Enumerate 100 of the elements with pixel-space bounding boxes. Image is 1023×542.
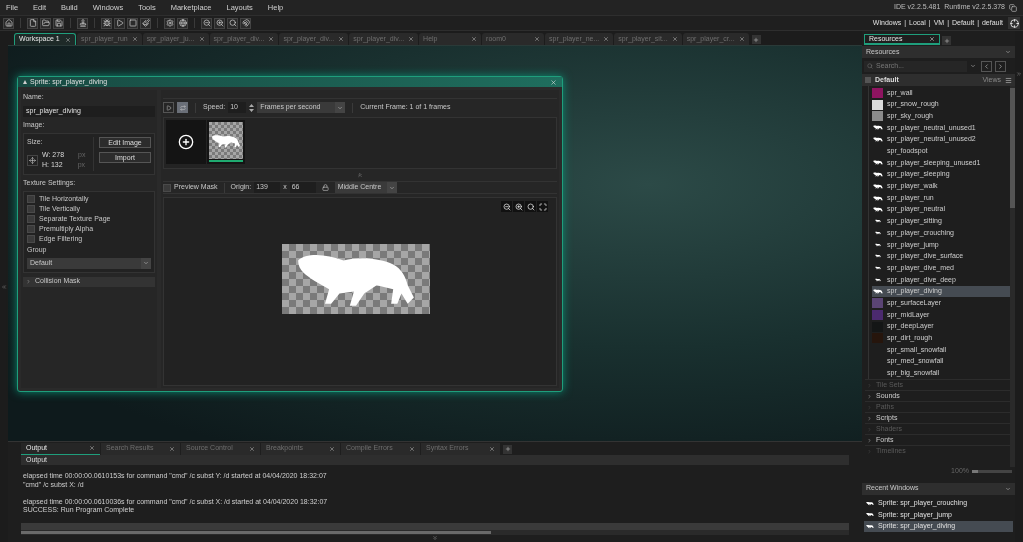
zoom-reset-button[interactable]: [525, 201, 536, 212]
close-icon[interactable]: [169, 445, 175, 452]
collapse-left-icon[interactable]: [1, 283, 7, 290]
add-tab-button[interactable]: [942, 36, 951, 45]
sprite-thumbnail: [872, 160, 883, 166]
collapse-right-icon[interactable]: [1016, 71, 1022, 77]
close-icon[interactable]: [338, 36, 345, 42]
target-settings-button[interactable]: [1008, 17, 1020, 29]
add-tab-button[interactable]: [751, 35, 761, 44]
add-frame-button[interactable]: [166, 120, 206, 164]
close-icon[interactable]: [550, 78, 557, 86]
close-icon[interactable]: [329, 445, 335, 452]
plus-icon: [504, 446, 511, 453]
dropdown-icon[interactable]: [970, 63, 976, 69]
play-icon: [165, 104, 172, 111]
sprite-thumbnail: [872, 289, 883, 295]
sprite-thumbnail: [872, 137, 883, 143]
crosshair-icon: [1009, 18, 1019, 28]
zoom-in-button[interactable]: [214, 17, 225, 29]
close-icon[interactable]: [534, 36, 541, 42]
close-icon[interactable]: [249, 445, 255, 452]
forward-button[interactable]: [995, 60, 1006, 72]
back-button[interactable]: [981, 60, 992, 72]
horizontal-scrollbar[interactable]: [21, 530, 849, 535]
checkbox[interactable]: [163, 183, 171, 192]
magnet-button[interactable]: [240, 17, 251, 29]
collapse-toggle-icon[interactable]: [865, 77, 871, 83]
plus-icon: [178, 134, 194, 150]
checkbox[interactable]: [27, 205, 35, 213]
resize-button[interactable]: [27, 154, 38, 166]
close-icon[interactable]: [131, 36, 138, 42]
open-folder-icon: [41, 19, 50, 27]
spinner-icon[interactable]: [249, 102, 255, 113]
loop-button[interactable]: [177, 102, 188, 113]
zoom-out-button[interactable]: [201, 17, 212, 29]
plus-icon: [943, 37, 950, 44]
checkbox[interactable]: [27, 225, 35, 233]
caret-icon: [1005, 49, 1011, 55]
caret-icon: [388, 184, 395, 191]
close-icon[interactable]: [89, 445, 95, 452]
stamp-icon: [78, 19, 87, 27]
sprite-thumbnail: [872, 183, 883, 189]
globe-button[interactable]: [177, 17, 188, 29]
stop-button[interactable]: [127, 17, 138, 29]
settings-button[interactable]: [164, 17, 175, 29]
chevron-right-icon: [997, 62, 1004, 70]
zoom-in-icon: [514, 202, 523, 211]
sprite-thumbnail: [874, 230, 881, 237]
open-folder-button[interactable]: [40, 17, 51, 29]
stamp-button[interactable]: [77, 17, 88, 29]
sprite-thumbnail: [874, 218, 881, 225]
close-icon[interactable]: [268, 36, 275, 42]
save-button[interactable]: [53, 17, 64, 29]
play-button[interactable]: [114, 17, 125, 29]
sprite-thumbnail: [874, 241, 881, 248]
sprite-thumbnail: [866, 512, 874, 518]
close-icon[interactable]: [65, 36, 71, 43]
vertical-scrollbar[interactable]: [1010, 86, 1015, 467]
menu-icon[interactable]: [1005, 76, 1012, 84]
sprite-thumbnail: [866, 500, 874, 506]
checkbox[interactable]: [27, 235, 35, 243]
save-icon: [54, 19, 63, 27]
search-button[interactable]: [227, 17, 238, 29]
frame-thumbnail[interactable]: [207, 120, 245, 164]
lock-icon[interactable]: [321, 184, 329, 191]
sprite-thumbnail: [872, 125, 883, 131]
checkbox[interactable]: [27, 215, 35, 223]
fit-screen-button[interactable]: [537, 201, 548, 212]
new-file-button[interactable]: [27, 17, 38, 29]
close-icon[interactable]: [471, 36, 478, 42]
caret-icon: [1005, 485, 1011, 492]
caret-icon: [143, 260, 149, 266]
play-button[interactable]: [163, 102, 174, 113]
close-icon[interactable]: [408, 36, 415, 42]
add-tab-button[interactable]: [503, 444, 512, 454]
chevron-left-icon: [983, 62, 990, 70]
close-icon[interactable]: [671, 36, 678, 42]
close-icon[interactable]: [738, 36, 745, 42]
close-icon[interactable]: [603, 36, 610, 42]
bug-button[interactable]: [101, 17, 112, 29]
windows-icon[interactable]: [1009, 3, 1017, 12]
caret-icon: [337, 104, 344, 111]
new-file-icon: [28, 19, 37, 27]
zoom-reset-icon: [526, 202, 535, 211]
zoom-slider[interactable]: [972, 470, 1012, 473]
home-button[interactable]: [3, 17, 14, 29]
brush-button[interactable]: [140, 17, 151, 29]
checkbox[interactable]: [27, 195, 35, 203]
zoom-in-button[interactable]: [513, 201, 524, 212]
zoom-out-icon: [502, 202, 511, 211]
triangle-icon[interactable]: [23, 80, 27, 84]
close-icon[interactable]: [489, 445, 495, 452]
close-icon[interactable]: [409, 445, 415, 452]
close-icon[interactable]: [198, 36, 205, 42]
home-icon: [4, 19, 13, 27]
zoom-out-icon: [202, 19, 211, 27]
sprite-thumbnail: [874, 253, 881, 260]
collapse-up-icon[interactable]: [357, 172, 363, 178]
collapse-down-icon[interactable]: [432, 535, 438, 542]
zoom-out-button[interactable]: [501, 201, 512, 212]
